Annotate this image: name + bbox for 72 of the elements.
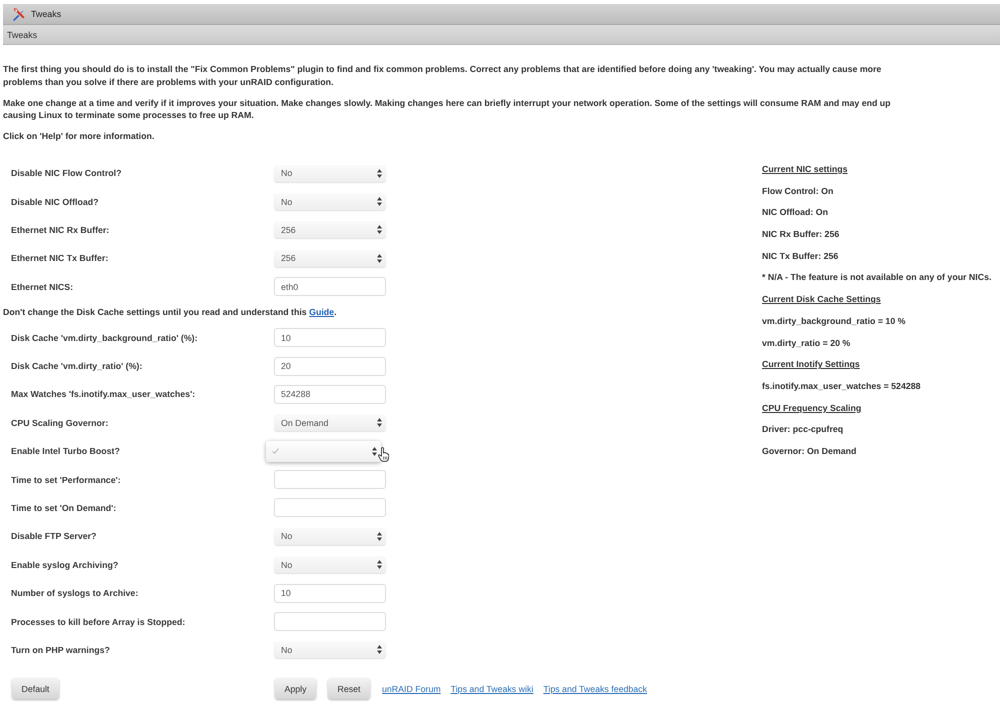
default-button[interactable]: Default: [12, 678, 59, 700]
intro-paragraph: The first thing you should do is to install the "Fix Common Problems" plugin to find and fix common problems. Correct any problems that are identified before doing any 'tweaking'. You may actually cause more problems than you solve if there are problems with your unRAID configuration.: [3, 63, 882, 88]
sort-arrows-icon: [377, 418, 382, 428]
action-button[interactable]: Reset: [328, 678, 370, 700]
intro-paragraph: Click on 'Help' for more information.: [3, 130, 156, 142]
action-button[interactable]: Apply: [275, 678, 316, 700]
sort-arrows-icon: [377, 645, 382, 654]
select-field[interactable]: 256: [274, 250, 386, 267]
sort-arrows-icon: [372, 446, 377, 456]
status-text: vm.dirty_background_ratio = 10 %: [762, 314, 906, 328]
setting-label: Enable syslog Archiving?: [11, 560, 120, 570]
select-field[interactable]: 256: [274, 221, 386, 238]
status-heading: CPU Frequency Scaling: [762, 402, 862, 415]
setting-label: Processes to kill before Array is Stopped:: [11, 616, 186, 627]
select-field[interactable]: No: [274, 641, 386, 658]
setting-label: CPU Scaling Governor:: [11, 418, 110, 428]
setting-label: Disable NIC Offload?: [11, 196, 100, 207]
setting-label: Ethernet NICS:: [11, 282, 74, 292]
hand-cursor-icon: [378, 446, 389, 462]
input-field[interactable]: eth0: [274, 277, 386, 296]
status-text: NIC Tx Buffer: 256: [762, 250, 838, 263]
tools-icon: [12, 7, 26, 21]
section-title: Tweaks: [7, 30, 38, 40]
input-field[interactable]: [274, 498, 386, 518]
window-title: Tweaks: [31, 9, 62, 19]
footer-link[interactable]: unRAID Forum: [382, 684, 441, 694]
status-text: vm.dirty_ratio = 20 %: [762, 336, 850, 350]
setting-label: Enable Intel Turbo Boost?: [11, 446, 121, 456]
guide-link[interactable]: Guide: [309, 306, 334, 317]
setting-label: Disk Cache 'vm.dirty_background_ratio' (%):: [11, 332, 199, 343]
sort-arrows-icon: [377, 168, 382, 178]
input-field[interactable]: [274, 470, 386, 490]
footer-link[interactable]: Tips and Tweaks feedback: [543, 684, 647, 694]
setting-label: Disable NIC Flow Control?: [11, 168, 122, 178]
input-field[interactable]: 20: [274, 356, 386, 376]
setting-label: Time to set 'Performance':: [11, 474, 122, 485]
setting-label: Disable FTP Server?: [11, 531, 98, 542]
setting-label: Time to set 'On Demand':: [11, 502, 118, 513]
status-heading: Current Inotify Settings: [762, 358, 860, 372]
setting-label: Number of syslogs to Archive:: [11, 588, 140, 598]
select-field[interactable]: No: [274, 528, 386, 545]
sort-arrows-icon: [377, 225, 382, 234]
setting-label: Disk Cache 'vm.dirty_ratio' (%):: [11, 361, 144, 372]
status-text: fs.inotify.max_user_watches = 524288: [762, 380, 921, 393]
input-field[interactable]: 524288: [274, 384, 386, 404]
sort-arrows-icon: [377, 254, 382, 263]
setting-label: Turn on PHP warnings?: [11, 644, 111, 655]
input-field[interactable]: 10: [274, 328, 386, 348]
sort-arrows-icon: [377, 197, 382, 206]
sort-arrows-icon: [377, 532, 382, 541]
select-field[interactable]: On Demand: [274, 414, 386, 432]
status-text: NIC Rx Buffer: 256: [762, 228, 840, 242]
sort-arrows-icon: [377, 560, 382, 570]
select-field[interactable]: No: [274, 556, 386, 574]
status-text: Driver: pcc-cpufreq: [762, 423, 844, 436]
status-text: Flow Control: On: [762, 184, 834, 198]
input-field[interactable]: 10: [274, 584, 386, 603]
setting-label: Max Watches 'fs.inotify.max_user_watches':: [11, 389, 196, 400]
select-field[interactable]: No: [274, 193, 386, 210]
footer-link[interactable]: Tips and Tweaks wiki: [450, 684, 534, 694]
status-text: NIC Offload: On: [762, 206, 828, 220]
disk-cache-note: Don't change the Disk Cache settings until you read and understand this Guide.: [3, 306, 338, 319]
status-heading: Current Disk Cache Settings: [762, 293, 881, 306]
input-field[interactable]: [274, 612, 386, 632]
status-text: * N/A - The feature is not available on any of your NICs.: [762, 271, 992, 284]
setting-label: Ethernet NIC Tx Buffer:: [11, 253, 110, 264]
check-icon: [272, 448, 279, 454]
status-text: Governor: On Demand: [762, 444, 856, 458]
status-heading: Current NIC settings: [762, 163, 848, 176]
setting-label: Ethernet NIC Rx Buffer:: [11, 224, 110, 235]
intro-paragraph: Make one change at a time and verify if it improves your situation. Make changes slowly. Making changes here can briefly interrupt your network operation. Some of the settings will consume RAM and may end up causing Linux to terminate some processes to free up RAM.: [3, 96, 892, 122]
select-field[interactable]: No: [274, 164, 386, 182]
